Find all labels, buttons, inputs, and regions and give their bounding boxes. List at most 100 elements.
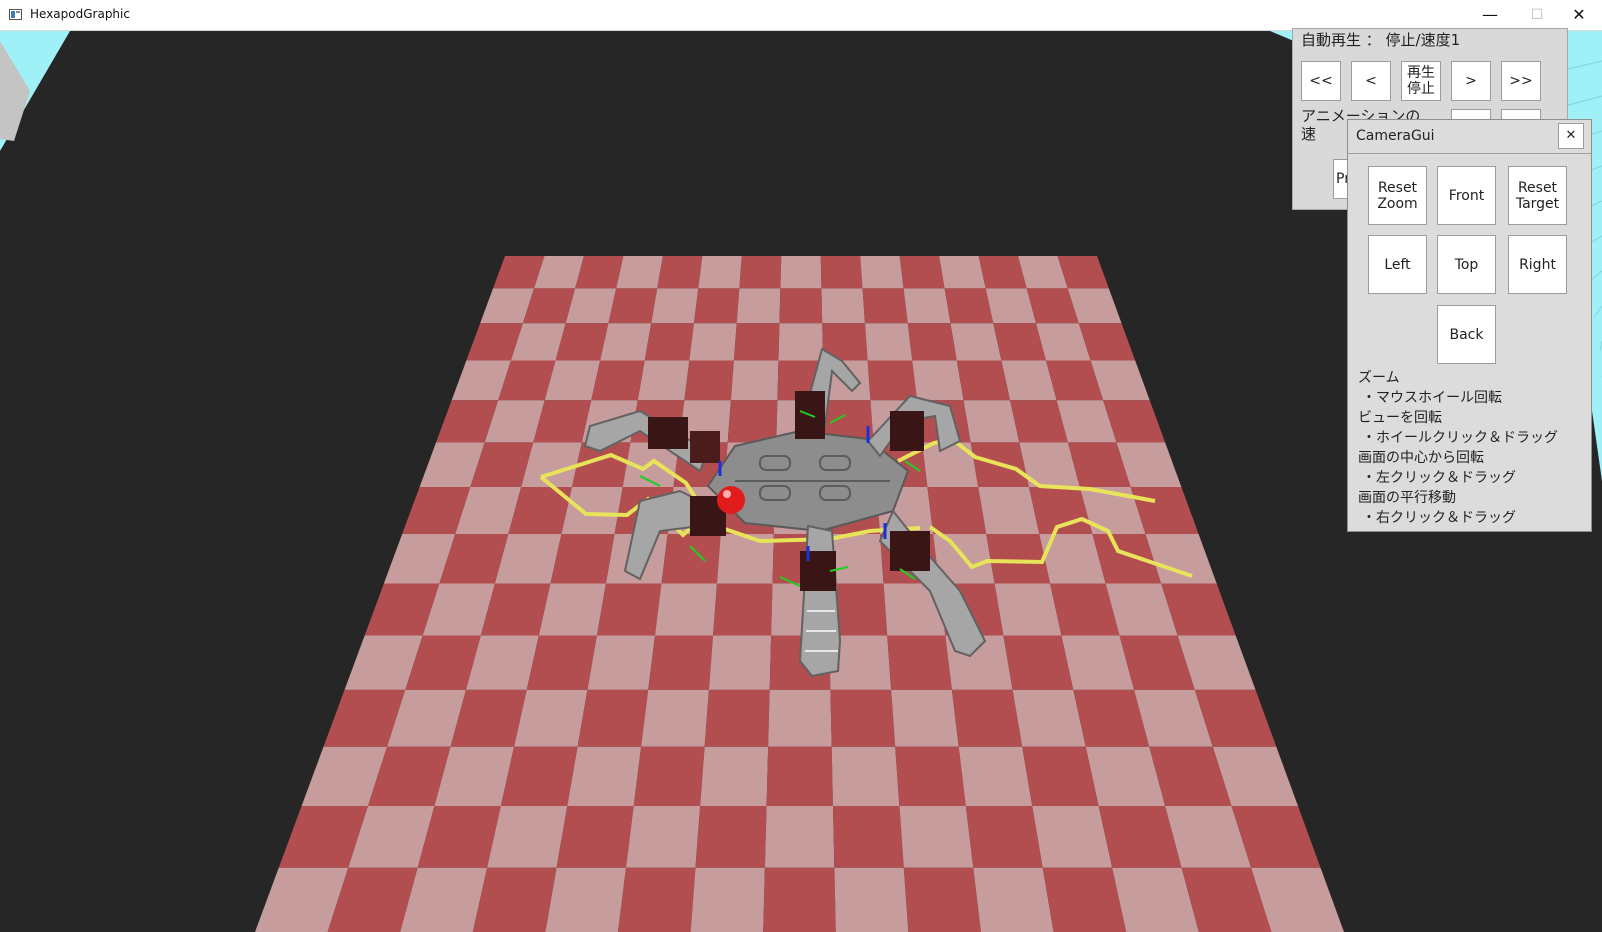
floor-tile xyxy=(867,360,918,401)
floor-tile xyxy=(637,360,690,401)
floor-tile xyxy=(577,689,649,747)
leg-rear xyxy=(798,524,842,678)
help-orbit-title: 画面の中心から回転 xyxy=(1358,450,1484,466)
floor-tile xyxy=(978,486,1040,535)
floor-tile xyxy=(820,256,863,289)
camera-gui-close-button[interactable]: ✕ xyxy=(1558,123,1584,149)
floor-tile xyxy=(864,323,913,361)
maximize-button[interactable]: ☐ xyxy=(1514,0,1560,30)
floor-tile xyxy=(834,867,909,932)
floor-tile xyxy=(887,635,952,690)
floor-tile xyxy=(764,806,835,868)
help-pan-desc: ・右クリック＆ドラッグ xyxy=(1362,510,1516,526)
floor-tile xyxy=(963,400,1020,443)
reset-zoom-button[interactable]: Reset Zoom xyxy=(1368,166,1427,225)
floor-tile xyxy=(689,323,737,361)
floor-tile xyxy=(616,256,663,289)
floor-tile xyxy=(1042,867,1127,932)
floor-tile xyxy=(657,256,703,289)
floor-tile xyxy=(895,746,966,807)
floor-tile xyxy=(695,806,767,868)
floor-tile xyxy=(684,360,734,401)
body-center-marker xyxy=(717,486,745,514)
floor-tile xyxy=(1012,689,1086,747)
floor-tile xyxy=(899,806,974,868)
floor-tile xyxy=(500,746,578,807)
floor-tile xyxy=(472,867,557,932)
floor-tile xyxy=(600,323,652,361)
camera-gui-titlebar[interactable]: CameraGui ✕ xyxy=(1348,120,1591,154)
floor-tile xyxy=(587,635,655,690)
close-button[interactable]: ✕ xyxy=(1556,0,1602,30)
floor-tile xyxy=(779,288,823,324)
floor-tile xyxy=(596,583,662,636)
floor-tile xyxy=(730,360,779,401)
floor-tile xyxy=(526,635,597,690)
minimize-button[interactable]: — xyxy=(1467,0,1513,30)
last-frame-button[interactable]: >> xyxy=(1501,61,1541,101)
floor-tile xyxy=(545,867,627,932)
floor-tile xyxy=(899,256,945,289)
floor-tile xyxy=(951,689,1023,747)
camera-gui-title: CameraGui xyxy=(1356,128,1435,144)
floor-tile xyxy=(644,323,694,361)
floor-tile xyxy=(704,689,770,747)
floor-tile xyxy=(763,867,836,932)
floor-tile xyxy=(736,288,781,324)
window-title: HexapodGraphic xyxy=(30,7,130,21)
floor-tile xyxy=(591,360,645,401)
next-frame-button[interactable]: > xyxy=(1451,61,1491,101)
floor-tile xyxy=(641,689,709,747)
floor-tile xyxy=(487,806,568,868)
floor-tile xyxy=(698,256,742,289)
prev-frame-button[interactable]: < xyxy=(1351,61,1391,101)
floor-tile xyxy=(626,806,701,868)
help-zoom-desc: ・マウスホイール回転 xyxy=(1362,390,1502,406)
floor-tile xyxy=(965,806,1043,868)
floor-tile xyxy=(832,806,904,868)
floor-tile xyxy=(708,635,772,690)
floor-tile xyxy=(860,256,904,289)
first-frame-button[interactable]: << xyxy=(1301,61,1341,101)
floor-tile xyxy=(550,534,615,584)
floor-tile xyxy=(903,867,981,932)
floor-tile xyxy=(1003,635,1074,690)
front-view-button[interactable]: Front xyxy=(1437,166,1496,225)
floor-tile xyxy=(973,867,1054,932)
camera-help-text: ズーム ・マウスホイール回転 ビューを回転 ・ホイールクリック＆ドラッグ 画面の… xyxy=(1358,367,1558,527)
top-view-button[interactable]: Top xyxy=(1437,235,1496,294)
floor-tile xyxy=(538,583,606,636)
floor-tile xyxy=(956,360,1011,401)
help-zoom-title: ズーム xyxy=(1358,370,1400,386)
floor-tile xyxy=(780,256,822,289)
left-view-button[interactable]: Left xyxy=(1368,235,1427,294)
help-rotate-title: ビューを回転 xyxy=(1358,410,1442,426)
floor-tile xyxy=(651,288,699,324)
floor-tile xyxy=(1032,806,1113,868)
playback-status: 自動再生 ： 停止/速度1 xyxy=(1301,31,1461,49)
floor-tile xyxy=(654,583,717,636)
floor-tile xyxy=(939,256,986,289)
floor-tile xyxy=(633,746,705,807)
floor-tile xyxy=(693,288,740,324)
play-stop-button[interactable]: 再生 停止 xyxy=(1401,61,1441,101)
floor-tile xyxy=(986,534,1051,584)
back-view-button[interactable]: Back xyxy=(1437,305,1496,364)
floor-tile xyxy=(618,867,696,932)
floor-tile xyxy=(912,360,964,401)
floor-tile xyxy=(958,746,1033,807)
floor-tile xyxy=(739,256,782,289)
floor-tile xyxy=(561,486,623,535)
reset-target-button[interactable]: Reset Target xyxy=(1508,166,1567,225)
floor-tile xyxy=(514,689,588,747)
floor-tile xyxy=(1022,746,1099,807)
floor-tile xyxy=(927,486,987,535)
floor-tile xyxy=(567,746,642,807)
floor-tile xyxy=(907,323,957,361)
right-view-button[interactable]: Right xyxy=(1508,235,1567,294)
floor-tile xyxy=(831,746,900,807)
floor-tile xyxy=(994,583,1062,636)
floor-tile xyxy=(608,288,658,324)
checker-floor xyxy=(255,256,1344,932)
floor-tile xyxy=(766,746,833,807)
